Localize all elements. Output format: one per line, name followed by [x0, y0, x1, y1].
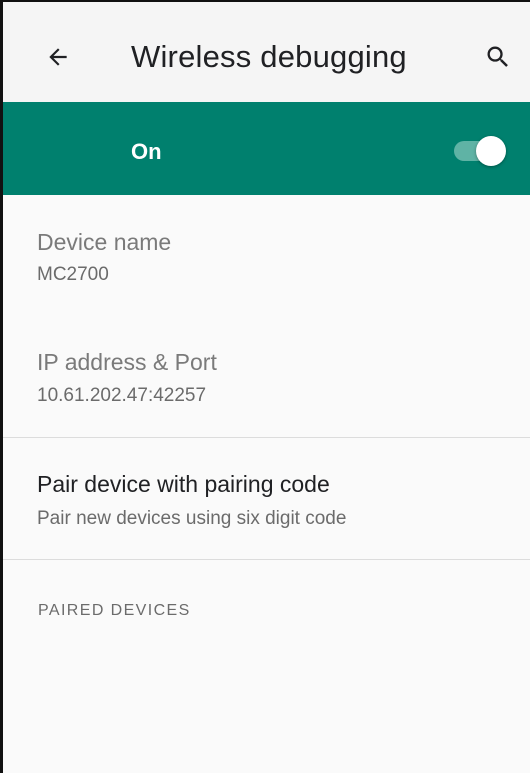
pair-with-code-summary: Pair new devices using six digit code	[37, 508, 347, 529]
device-name-value: MC2700	[37, 264, 109, 285]
divider	[3, 559, 530, 560]
ip-address-preference: IP address & Port 10.61.202.47:42257	[3, 311, 530, 437]
master-switch-label: On	[131, 139, 162, 164]
page-title: Wireless debugging	[131, 39, 407, 74]
device-name-title: Device name	[37, 229, 172, 255]
search-button[interactable]	[473, 32, 523, 82]
back-button[interactable]	[33, 32, 83, 82]
app-bar: Wireless debugging	[3, 2, 530, 102]
ip-address-title: IP address & Port	[37, 349, 217, 375]
ip-address-value: 10.61.202.47:42257	[37, 385, 207, 406]
device-name-preference: Device name MC2700	[3, 194, 530, 311]
wireless-debugging-screen: Wireless debugging On Device name MC2700…	[0, 0, 530, 773]
toggle-thumb	[476, 136, 506, 166]
master-switch-bar[interactable]: On	[3, 102, 530, 195]
paired-devices-header: PAIRED DEVICES	[38, 602, 191, 619]
pair-with-code-title: Pair device with pairing code	[37, 471, 330, 497]
pair-with-code-preference[interactable]: Pair device with pairing code Pair new d…	[3, 438, 530, 559]
arrow-left-icon	[49, 48, 67, 66]
wireless-debugging-toggle[interactable]	[452, 135, 508, 166]
search-icon	[487, 46, 508, 67]
